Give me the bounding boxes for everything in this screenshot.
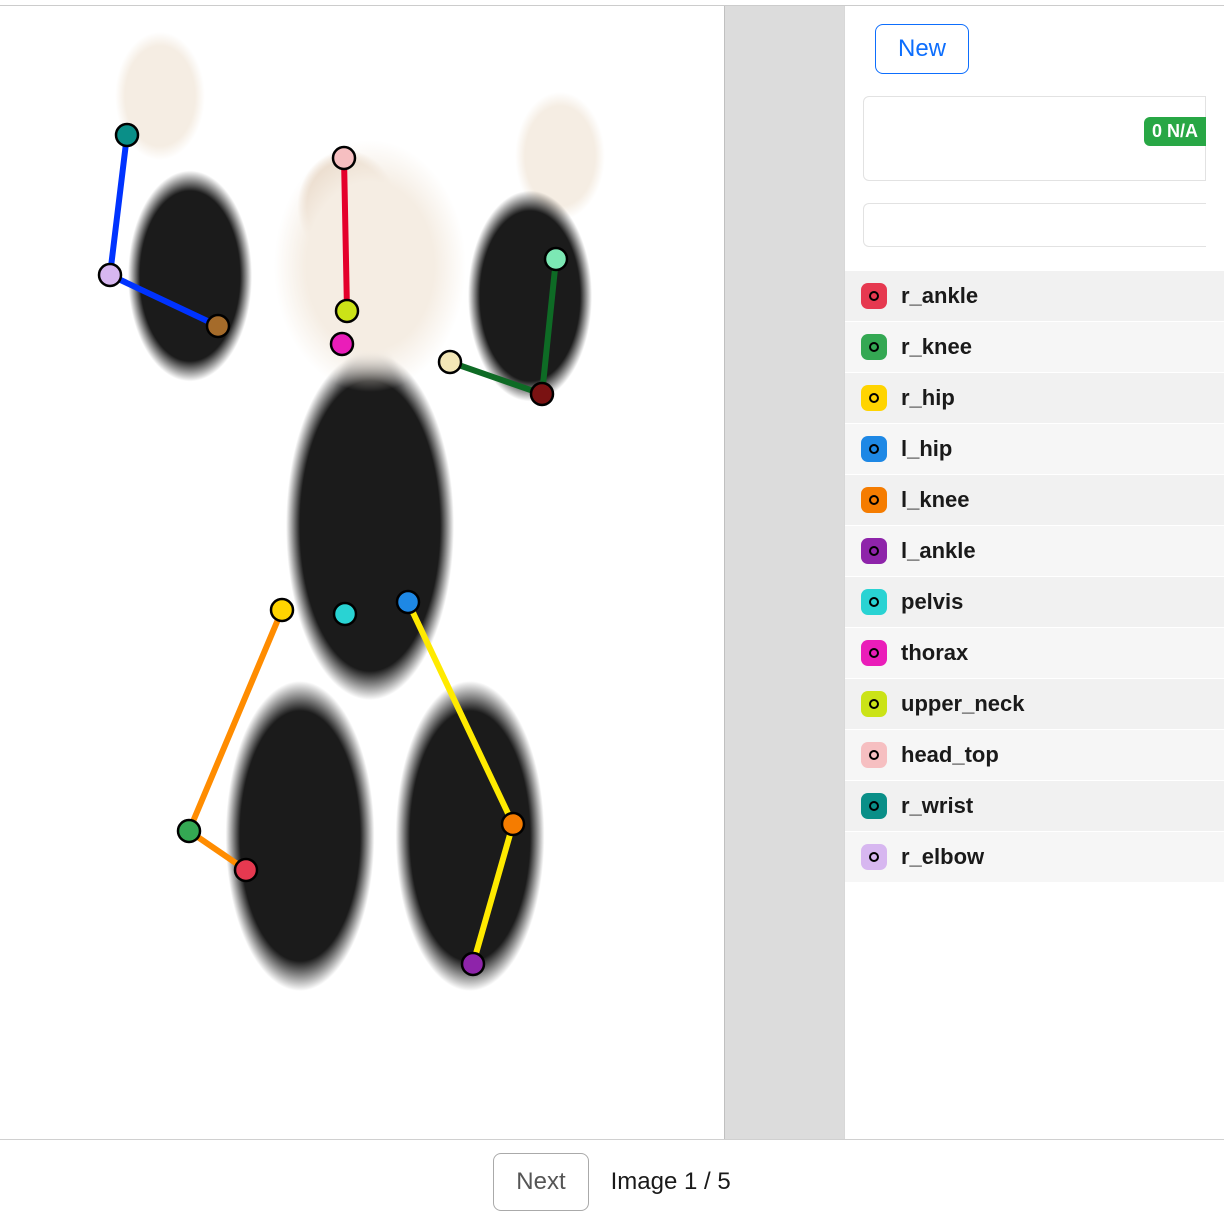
pager-status: Image 1 / 5 <box>611 1168 731 1196</box>
keypoint-label: r_wrist <box>901 793 973 819</box>
right-gutter <box>724 6 844 1139</box>
keypoint-row-r_knee[interactable]: r_knee <box>845 322 1224 373</box>
keypoint-label: head_top <box>901 742 999 768</box>
bone-r_elbow-r_shoulder[interactable] <box>110 275 218 326</box>
info-card: 0 N/A <box>863 96 1206 181</box>
keypoint-label: l_ankle <box>901 538 976 564</box>
keypoint-label: r_hip <box>901 385 955 411</box>
keypoint-label: thorax <box>901 640 968 666</box>
color-swatch-icon <box>861 487 887 513</box>
keypoint-r_elbow[interactable] <box>99 264 121 286</box>
keypoint-label: l_knee <box>901 487 970 513</box>
keypoint-r_hip[interactable] <box>271 599 293 621</box>
color-swatch-icon <box>861 742 887 768</box>
keypoint-r_knee[interactable] <box>178 820 200 842</box>
bone-r_hip-r_knee[interactable] <box>189 610 282 831</box>
keypoint-upper_neck[interactable] <box>336 300 358 322</box>
sidebar: New 0 N/A r_ankle r_knee r_hip l_hip l_kneel… <box>844 6 1224 1139</box>
keypoint-row-pelvis[interactable]: pelvis <box>845 577 1224 628</box>
color-swatch-icon <box>861 691 887 717</box>
color-swatch-icon <box>861 589 887 615</box>
keypoint-label: r_elbow <box>901 844 984 870</box>
keypoint-label: upper_neck <box>901 691 1025 717</box>
keypoint-row-upper_neck[interactable]: upper_neck <box>845 679 1224 730</box>
keypoint-label: r_knee <box>901 334 972 360</box>
na-badge: 0 N/A <box>1144 117 1206 146</box>
keypoint-l_elbow[interactable] <box>531 383 553 405</box>
bone-r_wrist-r_elbow[interactable] <box>110 135 127 275</box>
color-swatch-icon <box>861 793 887 819</box>
app-root: New 0 N/A r_ankle r_knee r_hip l_hip l_kneel… <box>0 0 1224 1223</box>
keypoint-r_shoulder[interactable] <box>207 315 229 337</box>
keypoint-r_wrist[interactable] <box>116 124 138 146</box>
keypoint-row-l_ankle[interactable]: l_ankle <box>845 526 1224 577</box>
keypoint-label: pelvis <box>901 589 963 615</box>
keypoint-row-l_knee[interactable]: l_knee <box>845 475 1224 526</box>
search-slot[interactable] <box>863 203 1206 247</box>
bone-head_top-upper_neck[interactable] <box>344 158 347 311</box>
canvas-area[interactable] <box>0 6 724 1139</box>
keypoint-row-r_hip[interactable]: r_hip <box>845 373 1224 424</box>
keypoint-row-r_elbow[interactable]: r_elbow <box>845 832 1224 883</box>
bone-l_knee-l_ankle[interactable] <box>473 824 513 964</box>
keypoint-row-thorax[interactable]: thorax <box>845 628 1224 679</box>
keypoint-l_wrist[interactable] <box>545 248 567 270</box>
keypoint-head_top[interactable] <box>333 147 355 169</box>
color-swatch-icon <box>861 844 887 870</box>
color-swatch-icon <box>861 283 887 309</box>
color-swatch-icon <box>861 334 887 360</box>
bone-l_hip-l_knee[interactable] <box>408 602 513 824</box>
color-swatch-icon <box>861 385 887 411</box>
bone-l_shoulder-l_elbow[interactable] <box>450 362 542 394</box>
keypoint-pelvis[interactable] <box>334 603 356 625</box>
keypoint-l_ankle[interactable] <box>462 953 484 975</box>
bottom-bar: Next Image 1 / 5 <box>0 1139 1224 1223</box>
color-swatch-icon <box>861 640 887 666</box>
keypoint-l_shoulder[interactable] <box>439 351 461 373</box>
keypoint-list: r_ankle r_knee r_hip l_hip l_knee l_anklepelv… <box>845 271 1224 1139</box>
new-button[interactable]: New <box>875 24 969 74</box>
keypoint-l_knee[interactable] <box>502 813 524 835</box>
next-button[interactable]: Next <box>493 1153 588 1211</box>
color-swatch-icon <box>861 538 887 564</box>
keypoint-label: l_hip <box>901 436 952 462</box>
keypoint-row-r_wrist[interactable]: r_wrist <box>845 781 1224 832</box>
keypoint-label: r_ankle <box>901 283 978 309</box>
keypoint-row-head_top[interactable]: head_top <box>845 730 1224 781</box>
keypoint-l_hip[interactable] <box>397 591 419 613</box>
keypoint-thorax[interactable] <box>331 333 353 355</box>
color-swatch-icon <box>861 436 887 462</box>
keypoint-row-l_hip[interactable]: l_hip <box>845 424 1224 475</box>
main-row: New 0 N/A r_ankle r_knee r_hip l_hip l_kneel… <box>0 6 1224 1139</box>
annotation-layer[interactable] <box>0 6 702 1058</box>
keypoint-r_ankle[interactable] <box>235 859 257 881</box>
keypoint-row-r_ankle[interactable]: r_ankle <box>845 271 1224 322</box>
bone-l_elbow-l_wrist[interactable] <box>542 259 556 394</box>
sidebar-header: New 0 N/A <box>845 6 1224 271</box>
